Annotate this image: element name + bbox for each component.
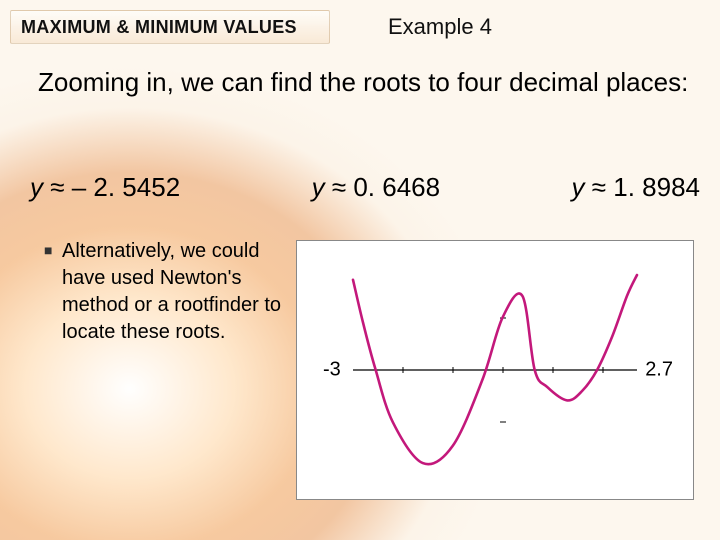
- chart-svg: [325, 263, 665, 477]
- chart-box: -3 2.7: [296, 240, 694, 500]
- slide-title: MAXIMUM & MINIMUM VALUES: [21, 17, 297, 38]
- chart-inner: -3 2.7: [325, 263, 665, 477]
- root-3: y ≈ 1. 8984: [572, 172, 700, 203]
- body-line-1: Zooming in, we can find the roots to fou…: [38, 62, 690, 102]
- bullet-text: Alternatively, we could have used Newton…: [62, 240, 281, 343]
- root-2: y ≈ 0. 6468: [312, 172, 440, 203]
- bullet-block: ■ Alternatively, we could have used Newt…: [62, 238, 282, 346]
- bullet-marker-icon: ■: [44, 241, 52, 260]
- body-text: Zooming in, we can find the roots to fou…: [38, 62, 690, 102]
- title-bar: MAXIMUM & MINIMUM VALUES: [10, 10, 330, 44]
- roots-row: y ≈ – 2. 5452 y ≈ 0. 6468 y ≈ 1. 8984: [30, 172, 700, 203]
- root-1: y ≈ – 2. 5452: [30, 172, 180, 203]
- example-label: Example 4: [388, 14, 492, 40]
- slide: MAXIMUM & MINIMUM VALUES Example 4 Zoomi…: [0, 0, 720, 540]
